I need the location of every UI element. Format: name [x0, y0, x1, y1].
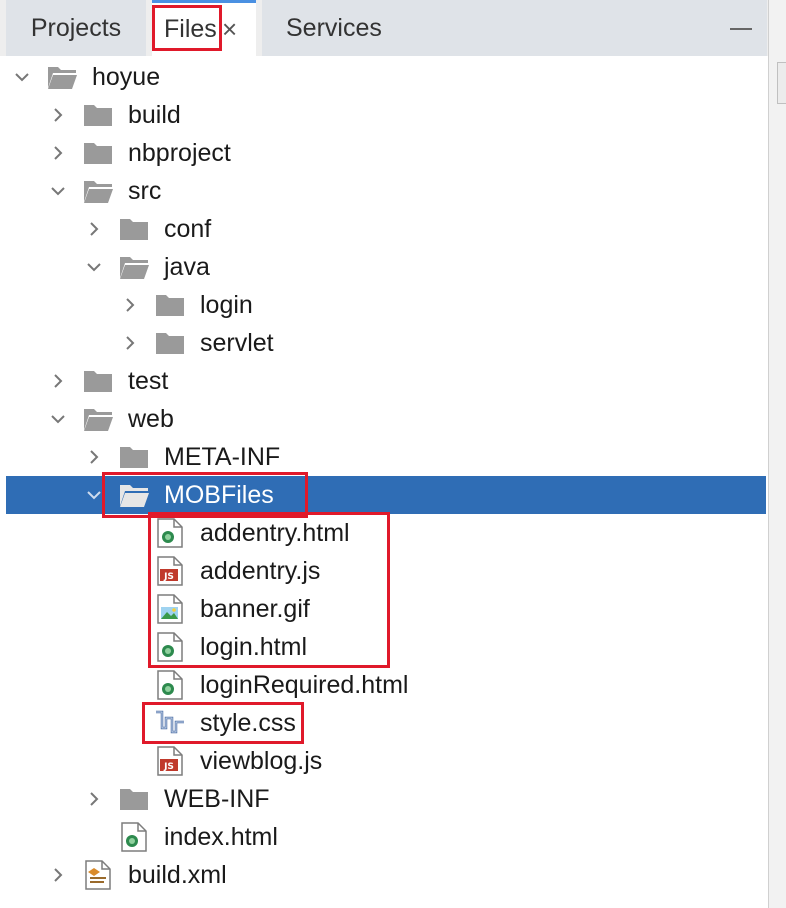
svg-text:JS: JS [163, 762, 174, 772]
svg-text:JS: JS [163, 572, 174, 582]
tree-node-login-html[interactable]: login.html [6, 628, 766, 666]
tree-label: login.html [200, 633, 307, 661]
tree-label: banner.gif [200, 595, 310, 623]
tree-node-servlet[interactable]: servlet [6, 324, 766, 362]
tree-node-mobfiles[interactable]: MOBFiles [6, 476, 766, 514]
tree-node-meta-inf[interactable]: META-INF [6, 438, 766, 476]
chevron-right-icon[interactable] [46, 369, 70, 393]
folder-icon [84, 371, 112, 392]
tree-node-test[interactable]: test [6, 362, 766, 400]
chevron-right-icon[interactable] [118, 293, 142, 317]
chevron-right-icon[interactable] [118, 331, 142, 355]
html-file-icon [157, 632, 183, 662]
tree-label: META-INF [164, 443, 281, 471]
tree-label: web [128, 405, 174, 433]
tree-node-conf[interactable]: conf [6, 210, 766, 248]
html-file-icon [157, 518, 183, 548]
folder-open-icon [84, 409, 113, 431]
chevron-right-icon[interactable] [82, 787, 106, 811]
scrollbar-thumb[interactable] [777, 62, 786, 104]
html-file-icon [121, 822, 147, 852]
folder-open-icon [120, 485, 149, 507]
javascript-file-icon: JS [157, 746, 183, 776]
tree-node-web-inf[interactable]: WEB-INF [6, 780, 766, 818]
tree-node-hoyue[interactable]: hoyue [6, 58, 766, 96]
tab-projects[interactable]: Projects [6, 0, 146, 56]
tree-label: index.html [164, 823, 278, 851]
tree-label: viewblog.js [200, 747, 323, 775]
folder-icon [156, 333, 184, 354]
chevron-down-icon[interactable] [82, 255, 106, 279]
tree-node-addentry-js[interactable]: JS addentry.js [6, 552, 766, 590]
folder-open-icon [120, 257, 149, 279]
tree-node-web[interactable]: web [6, 400, 766, 438]
chevron-right-icon[interactable] [82, 217, 106, 241]
tree-label: login [200, 291, 253, 319]
html-file-icon [157, 670, 183, 700]
tree-node-style-css[interactable]: style.css [6, 704, 766, 742]
folder-open-icon [84, 181, 113, 203]
tree-label: java [164, 253, 210, 281]
tree-node-index-html[interactable]: index.html [6, 818, 766, 856]
tab-files[interactable]: Files × [152, 0, 256, 56]
chevron-right-icon[interactable] [82, 445, 106, 469]
tree-label: build.xml [128, 861, 227, 889]
tree-label: build [128, 101, 181, 129]
folder-icon [120, 789, 148, 810]
folder-icon [120, 447, 148, 468]
folder-icon [120, 219, 148, 240]
tab-files-label: Files [164, 15, 217, 43]
tree-node-src[interactable]: src [6, 172, 766, 210]
tree-node-loginrequired-html[interactable]: loginRequired.html [6, 666, 766, 704]
folder-icon [84, 143, 112, 164]
tab-services[interactable]: Services [262, 0, 767, 56]
tree-node-java[interactable]: java [6, 248, 766, 286]
tree-label: nbproject [128, 139, 231, 167]
tree-node-banner-gif[interactable]: banner.gif [6, 590, 766, 628]
tree-node-nbproject[interactable]: nbproject [6, 134, 766, 172]
chevron-down-icon[interactable] [82, 483, 106, 507]
tree-label: test [128, 367, 169, 395]
tree-label: hoyue [92, 63, 161, 91]
vertical-scrollbar[interactable] [768, 0, 786, 908]
ant-build-file-icon [85, 860, 111, 890]
tree-label: src [128, 177, 162, 205]
tree-label: WEB-INF [164, 785, 270, 813]
tree-label: addentry.html [200, 519, 350, 547]
close-icon[interactable]: × [222, 3, 237, 56]
css-file-icon [156, 710, 184, 734]
folder-icon [84, 105, 112, 126]
file-tree: hoyue build nbproject src conf java logi… [0, 58, 768, 908]
minimize-icon[interactable] [730, 28, 752, 30]
tree-node-addentry-html[interactable]: addentry.html [6, 514, 766, 552]
chevron-right-icon[interactable] [46, 863, 70, 887]
javascript-file-icon: JS [157, 556, 183, 586]
chevron-down-icon[interactable] [46, 179, 70, 203]
tree-label: loginRequired.html [200, 671, 409, 699]
chevron-down-icon[interactable] [46, 407, 70, 431]
tree-label: MOBFiles [164, 481, 274, 509]
folder-open-icon [48, 67, 77, 89]
tree-label: addentry.js [200, 557, 321, 585]
tree-node-build[interactable]: build [6, 96, 766, 134]
folder-icon [156, 295, 184, 316]
tree-label: conf [164, 215, 212, 243]
chevron-right-icon[interactable] [46, 103, 70, 127]
chevron-down-icon[interactable] [10, 65, 34, 89]
tree-label: servlet [200, 329, 274, 357]
tree-node-viewblog-js[interactable]: JS viewblog.js [6, 742, 766, 780]
tree-label: style.css [200, 709, 296, 737]
tree-node-build-xml[interactable]: build.xml [6, 856, 766, 894]
tab-bar: Projects Files × Services [0, 0, 786, 56]
image-file-icon [157, 594, 183, 624]
tree-node-login[interactable]: login [6, 286, 766, 324]
chevron-right-icon[interactable] [46, 141, 70, 165]
